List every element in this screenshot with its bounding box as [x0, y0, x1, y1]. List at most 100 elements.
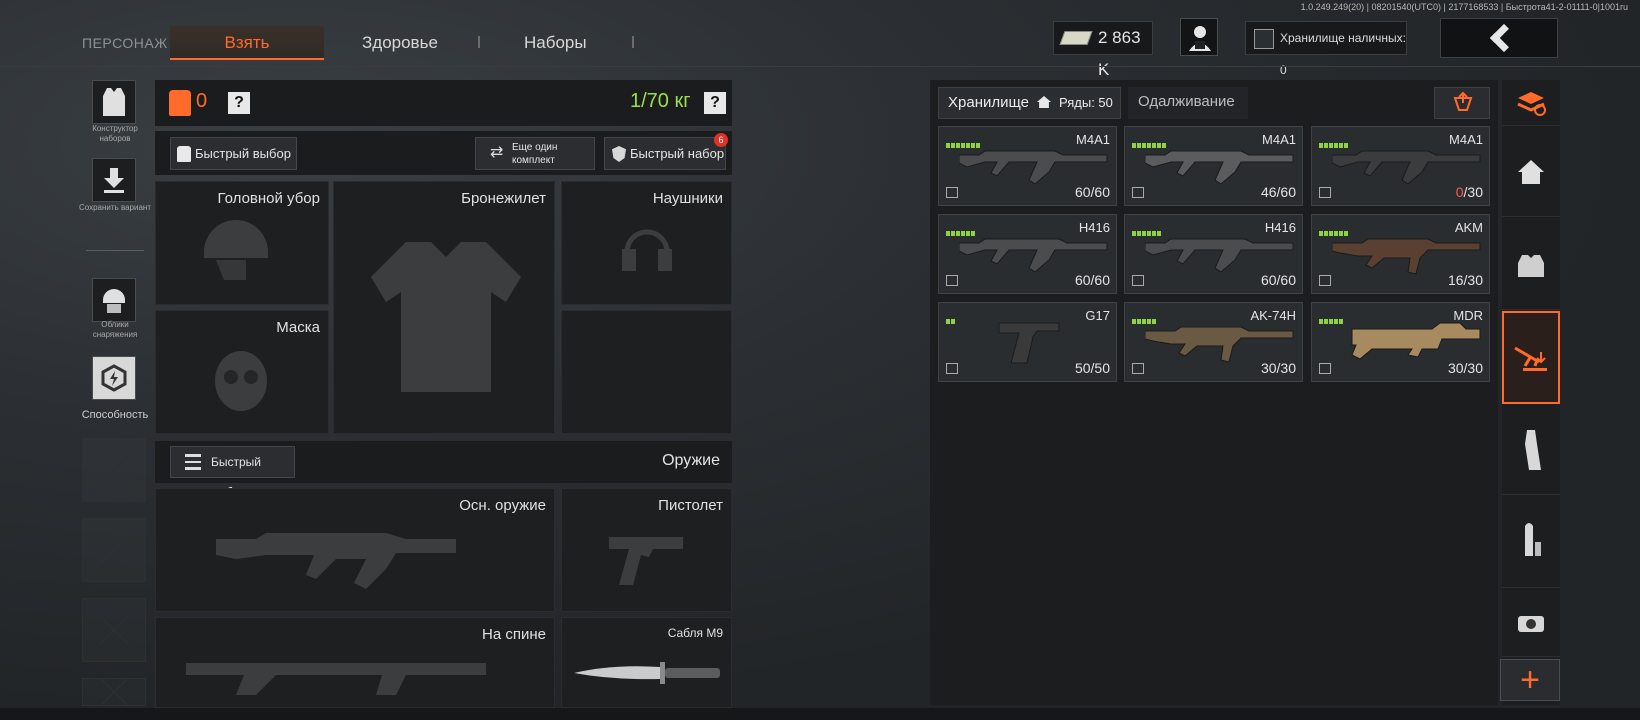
- ability-label: Способность: [81, 409, 149, 421]
- category-home-button[interactable]: [1502, 127, 1560, 217]
- help-button[interactable]: ?: [228, 92, 250, 114]
- tab-character[interactable]: ПЕРСОНАЖ: [82, 26, 168, 60]
- cash-storage-button[interactable]: Хранилище наличных: 0: [1245, 21, 1407, 77]
- category-gear-button[interactable]: [1502, 218, 1560, 310]
- gear-skins-button[interactable]: [92, 278, 136, 322]
- category-weapons-button[interactable]: [1502, 311, 1560, 404]
- cash-storage-label: Хранилище наличных: 0: [1280, 31, 1406, 77]
- durability-bar: [946, 223, 976, 236]
- quick-select-gear-button[interactable]: Быстрый выбор: [170, 137, 297, 170]
- storage-item-card[interactable]: AK-74H 30/30: [1124, 302, 1303, 382]
- money-display[interactable]: 2 863 K: [1053, 21, 1153, 79]
- headgear-slot[interactable]: Головной убор: [155, 181, 329, 305]
- weapons-title: Оружие: [662, 452, 720, 469]
- headgear-label: Головной убор: [217, 190, 320, 207]
- category-all-button[interactable]: [1502, 80, 1560, 126]
- item-status-icon: [1319, 275, 1331, 286]
- add-button[interactable]: +: [1500, 659, 1560, 701]
- primary-weapon-slot[interactable]: Осн. оружие: [155, 488, 555, 612]
- pistol-slot[interactable]: Пистолет: [561, 488, 732, 612]
- save-variant-label: Сохранить вариант: [78, 203, 152, 212]
- storage-item-card[interactable]: H416 60/60: [1124, 214, 1303, 294]
- storage-item-card[interactable]: M4A1 46/60: [1124, 126, 1303, 206]
- ammo-display: 16/30: [1448, 272, 1483, 288]
- tab-take[interactable]: Взять: [170, 26, 324, 60]
- back-weapon-slot[interactable]: На спине: [155, 617, 555, 708]
- house-icon: [1518, 159, 1544, 184]
- storage-item-card[interactable]: H416 60/60: [938, 214, 1117, 294]
- ammo-display: 60/60: [1075, 272, 1110, 288]
- vest-icon: [103, 88, 125, 116]
- money-amount: 2 863 K: [1098, 28, 1141, 79]
- durability-bar: [1319, 135, 1349, 148]
- item-status-icon: [1132, 187, 1144, 198]
- storage-item-card[interactable]: AKM 16/30: [1311, 214, 1490, 294]
- storage-tab-label: Хранилище: [948, 94, 1029, 111]
- sort-button[interactable]: [1434, 87, 1490, 119]
- topbar-divider: [0, 66, 1640, 67]
- download-icon: [104, 168, 124, 193]
- weight-help-button[interactable]: ?: [704, 92, 726, 114]
- category-magazines-button[interactable]: [1502, 405, 1560, 495]
- save-variant-button[interactable]: [92, 158, 136, 202]
- list-icon: [185, 454, 201, 470]
- rifle-silhouette-icon: [216, 533, 456, 589]
- empty-ability-slot[interactable]: [82, 598, 146, 662]
- tab-kits[interactable]: Наборы: [524, 26, 587, 60]
- quick-kit-button[interactable]: Быстрый набор: [604, 137, 726, 170]
- item-status-icon: [1132, 275, 1144, 286]
- storage-tab[interactable]: Хранилище Ряды: 50: [938, 87, 1121, 119]
- primary-weapon-label: Осн. оружие: [459, 497, 546, 514]
- weight-display: 1/70 кг: [630, 90, 691, 112]
- operator-icon: [1189, 26, 1211, 51]
- ammo-display: 60/60: [1261, 272, 1296, 288]
- mask-silhouette-icon: [215, 351, 267, 411]
- item-status-icon: [1319, 187, 1331, 198]
- kit-builder-button[interactable]: [92, 80, 136, 124]
- cash-storage-icon: [1254, 29, 1274, 49]
- ability-icon: [101, 364, 127, 392]
- item-status-icon: [946, 187, 958, 198]
- ammo-empty: 0: [1455, 184, 1464, 200]
- storage-item-card[interactable]: M4A1 60/60: [938, 126, 1117, 206]
- ability-button[interactable]: [92, 356, 136, 400]
- tab-divider: [478, 36, 480, 48]
- melee-slot[interactable]: Сабля М9: [561, 617, 732, 708]
- ammo-count: 16/30: [1447, 272, 1483, 288]
- storage-item-card[interactable]: M4A1 0/30: [1311, 126, 1490, 206]
- empty-ability-slot[interactable]: [82, 438, 146, 502]
- empty-ability-slot[interactable]: [82, 678, 146, 706]
- magazine-icon: [1525, 429, 1541, 470]
- category-ammo-button[interactable]: [1502, 496, 1560, 588]
- ammo-capacity: /30: [1463, 184, 1483, 200]
- bullet-icon: [1525, 522, 1541, 556]
- storage-item-card[interactable]: MDR 30/30: [1311, 302, 1490, 382]
- lending-tab[interactable]: Одалживание: [1128, 87, 1248, 119]
- tab-health[interactable]: Здоровье: [362, 26, 438, 60]
- weapon-download-icon: [1514, 346, 1547, 371]
- mask-slot[interactable]: Маска: [155, 310, 329, 434]
- ammo-count: 50/50: [1074, 360, 1110, 376]
- shield-icon: [612, 146, 626, 162]
- item-status-icon: [946, 363, 958, 374]
- swap-icon: ⇄: [490, 144, 504, 161]
- profile-button[interactable]: [1180, 18, 1218, 56]
- back-rifle-silhouette-icon: [186, 663, 486, 695]
- ammo-display: 46/60: [1261, 184, 1296, 200]
- headphones-slot[interactable]: Наушники: [561, 181, 732, 305]
- empty-gear-slot[interactable]: [561, 310, 732, 434]
- category-attachments-button[interactable]: [1502, 589, 1560, 657]
- storage-item-card[interactable]: G17 50/50: [938, 302, 1117, 382]
- headphones-label: Наушники: [652, 190, 723, 207]
- item-status-icon: [1319, 363, 1331, 374]
- ammo-count: 60/60: [1260, 272, 1296, 288]
- empty-ability-slot[interactable]: [82, 518, 146, 582]
- vest-silhouette-icon: [371, 242, 521, 392]
- another-set-button[interactable]: ⇄ Еще один комплект: [475, 137, 595, 170]
- helmet-vest-icon: [1518, 254, 1544, 277]
- ammo-count: 60/60: [1074, 184, 1110, 200]
- durability-bar: [1319, 311, 1344, 324]
- armor-slot[interactable]: Бронежилет: [333, 181, 555, 434]
- quick-select-weapons-button[interactable]: Быстрый выбор: [170, 446, 295, 499]
- back-button[interactable]: [1440, 18, 1558, 58]
